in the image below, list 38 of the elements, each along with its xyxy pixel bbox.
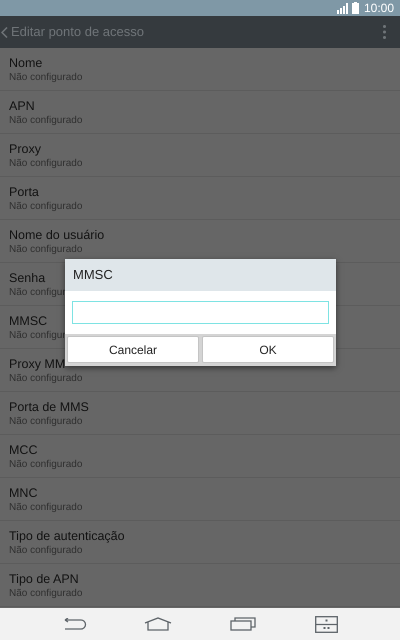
setting-title[interactable]: MMSC	[9, 312, 48, 328]
setting-title[interactable]: Senha	[9, 270, 46, 286]
screen-title: Editar ponto de acesso	[11, 23, 144, 42]
setting-value: Não configurado	[9, 500, 82, 514]
setting-value: Não configurado	[9, 414, 82, 428]
battery-icon	[352, 2, 359, 14]
setting-title[interactable]: Porta de MMS	[9, 398, 89, 414]
setting-title[interactable]: Tipo de APN	[9, 570, 79, 586]
setting-value: Não configur	[9, 328, 66, 342]
setting-value: Não configurado	[9, 458, 82, 470]
setting-value: Não configurado	[9, 242, 82, 256]
setting-value: Não configurado	[9, 70, 82, 84]
overflow-menu-icon[interactable]	[383, 25, 386, 39]
text-field[interactable]	[72, 301, 329, 324]
clock: 10:00	[364, 2, 394, 14]
setting-title[interactable]: Nome	[9, 54, 42, 70]
setting-value: Não configurado	[9, 114, 82, 126]
setting-title[interactable]: Proxy MM	[9, 356, 66, 372]
home-icon[interactable]	[144, 617, 172, 631]
back-chevron-icon[interactable]	[1, 26, 8, 38]
setting-title[interactable]: Nome do usuário	[9, 226, 104, 242]
setting-value: Não configurado	[9, 372, 82, 384]
dialog-button[interactable]: Cancelar	[67, 336, 199, 363]
setting-title[interactable]: APN	[9, 98, 35, 114]
setting-value: Não configurado	[9, 544, 82, 556]
setting-title[interactable]: Proxy	[9, 140, 41, 156]
setting-value: Não configurado	[9, 200, 82, 212]
setting-value: Não configurado	[9, 156, 82, 170]
setting-title[interactable]: Porta	[9, 184, 39, 200]
dialog-button[interactable]: OK	[202, 336, 334, 363]
setting-title[interactable]: MNC	[9, 484, 38, 500]
recent-apps-icon[interactable]	[230, 617, 256, 631]
setting-title[interactable]: Tipo de autenticação	[9, 528, 125, 544]
setting-value: Não configurado	[9, 586, 82, 600]
setting-title[interactable]: MCC	[9, 442, 38, 458]
setting-value: Não configur	[9, 286, 66, 298]
dialog-title: MMSC	[73, 266, 113, 284]
signal-icon	[336, 2, 349, 14]
